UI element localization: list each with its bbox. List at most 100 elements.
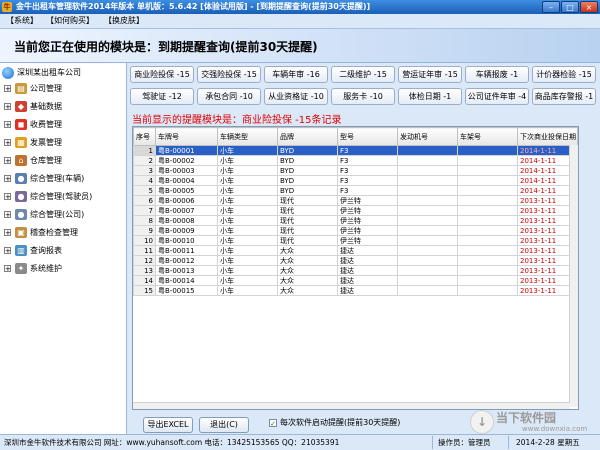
column-header[interactable]: 品牌: [277, 127, 338, 146]
main-panel: 商业险投保 -15 交强险投保 -15 车辆年审 -16 二级维护 -15 营运…: [127, 63, 600, 434]
table-cell: [457, 245, 518, 256]
table-cell: 7: [133, 205, 156, 216]
menu-change-skin[interactable]: 【换皮肤】: [104, 16, 144, 26]
status-separator: [508, 436, 509, 449]
reminder-stock-alarm-button[interactable]: 商品库存警报 -1: [532, 88, 596, 105]
expand-icon[interactable]: +: [4, 247, 11, 255]
expand-icon[interactable]: +: [4, 211, 11, 219]
reminder-driver-license-button[interactable]: 驾驶证 -12: [130, 88, 194, 105]
column-header[interactable]: 车牌号: [155, 127, 218, 146]
expand-icon[interactable]: +: [4, 121, 11, 129]
table-cell: 11: [133, 245, 156, 256]
reminder-medical-exam-button[interactable]: 体检日期 -1: [398, 88, 462, 105]
reminder-info-text: 当前显示的提醒模块是：商业险投保 -15条记录: [132, 115, 342, 126]
table-row[interactable]: 4 粤B-00004 小车 BYD F3 2014-1-11: [133, 175, 578, 186]
table-cell: 现代: [277, 215, 338, 226]
table-row[interactable]: 15 粤B-00015 小车 大众 捷达 2013-1-11: [133, 285, 578, 296]
table-row[interactable]: 7 粤B-00007 小车 现代 伊兰特 2013-1-11: [133, 205, 578, 216]
table-row[interactable]: 9 粤B-00009 小车 现代 伊兰特 2013-1-11: [133, 225, 578, 236]
table-cell: 小车: [217, 245, 278, 256]
startup-reminder-checkbox[interactable]: ✓: [269, 418, 277, 428]
expand-icon[interactable]: +: [4, 193, 11, 201]
expand-icon[interactable]: +: [4, 229, 11, 237]
table-row[interactable]: 5 粤B-00005 小车 BYD F3 2014-1-11: [133, 185, 578, 196]
column-header[interactable]: 下次商业投保日期: [517, 127, 578, 146]
table-cell: 15: [133, 285, 156, 296]
startup-reminder-option[interactable]: ✓ 每次软件启动提醒(提前30天提醒): [269, 417, 400, 429]
minimize-button[interactable]: –: [542, 1, 560, 13]
sidebar-item-basic-data[interactable]: + ◆ 基础数据: [4, 100, 62, 114]
watermark-logo-icon: ↓: [470, 410, 494, 434]
sidebar-item-system-maintenance[interactable]: + ✦ 系统维护: [4, 262, 62, 276]
maximize-button[interactable]: □: [561, 1, 579, 13]
sidebar-item-inspection[interactable]: + ▣ 稽查检查管理: [4, 226, 78, 240]
table-cell: 捷达: [337, 275, 398, 286]
reminder-commercial-insurance-button[interactable]: 商业险投保 -15: [130, 66, 194, 83]
menu-system[interactable]: 【系统】: [6, 16, 38, 26]
table-row[interactable]: 8 粤B-00008 小车 现代 伊兰特 2013-1-11: [133, 215, 578, 226]
table-row[interactable]: 2 粤B-00002 小车 BYD F3 2014-1-11: [133, 155, 578, 166]
column-header[interactable]: 型号: [337, 127, 398, 146]
menu-bar: 【系统】 【如何购买】 【换皮肤】: [0, 14, 600, 29]
current-module-label: 当前您正在使用的模块是：到期提醒查询(提前30天提醒): [14, 40, 318, 54]
table-cell: F3: [337, 175, 398, 186]
expand-icon[interactable]: +: [4, 85, 11, 93]
table-cell: 2: [133, 155, 156, 166]
sidebar-item-company-management[interactable]: + ▤ 公司管理: [4, 82, 62, 96]
table-cell: 捷达: [337, 245, 398, 256]
reminder-contract-button[interactable]: 承包合同 -10: [197, 88, 261, 105]
reminder-compulsory-insurance-button[interactable]: 交强险投保 -15: [197, 66, 261, 83]
close-button[interactable]: ×: [580, 1, 598, 13]
table-row[interactable]: 11 粤B-00011 小车 大众 捷达 2013-1-11: [133, 245, 578, 256]
tree-root[interactable]: 深圳某出租车公司: [2, 66, 81, 80]
sidebar-item-company-general[interactable]: + ● 综合管理(公司): [4, 208, 84, 222]
module-banner: 当前您正在使用的模块是：到期提醒查询(提前30天提醒): [0, 29, 600, 63]
table-row[interactable]: 1 粤B-00001 小车 BYD F3 2014-1-11: [133, 145, 578, 156]
status-bar: 深圳市金牛软件技术有限公司 网址：www.yuhansoft.com 电话：13…: [0, 434, 600, 450]
reminder-secondary-maintenance-button[interactable]: 二级维护 -15: [331, 66, 395, 83]
reminder-data-grid[interactable]: 序号 车牌号 车辆类型 品牌 型号 发动机号 车架号 下次商业投保日期 1 粤B-…: [132, 126, 579, 410]
table-cell: [397, 285, 458, 296]
driver-icon: ●: [15, 191, 27, 202]
table-row[interactable]: 12 粤B-00012 小车 大众 捷达 2013-1-11: [133, 255, 578, 266]
expand-icon[interactable]: +: [4, 103, 11, 111]
reminder-company-certificate-button[interactable]: 公司证件年审 -4: [465, 88, 529, 105]
table-cell: [457, 265, 518, 276]
column-header[interactable]: 序号: [133, 127, 156, 146]
sidebar-item-driver-management[interactable]: + ● 综合管理(驾驶员): [4, 190, 92, 204]
column-header[interactable]: 车架号: [457, 127, 518, 146]
column-header[interactable]: 车辆类型: [217, 127, 278, 146]
table-row[interactable]: 13 粤B-00013 小车 大众 捷达 2013-1-11: [133, 265, 578, 276]
reminder-vehicle-scrap-button[interactable]: 车辆报废 -1: [465, 66, 529, 83]
expand-icon[interactable]: +: [4, 139, 11, 147]
column-header[interactable]: 发动机号: [397, 127, 458, 146]
table-row[interactable]: 10 粤B-00010 小车 现代 伊兰特 2013-1-11: [133, 235, 578, 246]
vertical-scrollbar[interactable]: [569, 145, 578, 407]
warehouse-icon: ⌂: [15, 155, 27, 166]
sidebar-item-label: 查询报表: [30, 246, 62, 255]
reminder-service-card-button[interactable]: 服务卡 -10: [331, 88, 395, 105]
sidebar-item-fee-management[interactable]: + ◼ 收费管理: [4, 118, 62, 132]
reminder-meter-inspection-button[interactable]: 计价器检验 -15: [532, 66, 596, 83]
table-cell: 10: [133, 235, 156, 246]
menu-how-to-buy[interactable]: 【如何购买】: [46, 16, 94, 26]
reminder-operating-license-button[interactable]: 营运证年审 -15: [398, 66, 462, 83]
export-excel-button[interactable]: 导出EXCEL: [143, 417, 193, 433]
table-cell: [397, 165, 458, 176]
table-cell: 小车: [217, 265, 278, 276]
table-row[interactable]: 6 粤B-00006 小车 现代 伊兰特 2013-1-11: [133, 195, 578, 206]
table-row[interactable]: 3 粤B-00003 小车 BYD F3 2014-1-11: [133, 165, 578, 176]
table-cell: 8: [133, 215, 156, 226]
reminder-annual-inspection-button[interactable]: 车辆年审 -16: [264, 66, 328, 83]
sidebar-item-warehouse-management[interactable]: + ⌂ 仓库管理: [4, 154, 62, 168]
expand-icon[interactable]: +: [4, 265, 11, 273]
table-row[interactable]: 14 粤B-00014 小车 大众 捷达 2013-1-11: [133, 275, 578, 286]
car-icon: ◼: [15, 119, 27, 130]
reminder-qualification-button[interactable]: 从业资格证 -10: [264, 88, 328, 105]
expand-icon[interactable]: +: [4, 157, 11, 165]
sidebar-item-reports[interactable]: + ▥ 查询报表: [4, 244, 62, 258]
exit-button[interactable]: 退出(C): [199, 417, 249, 433]
expand-icon[interactable]: +: [4, 175, 11, 183]
sidebar-item-vehicle-management[interactable]: + ● 综合管理(车辆): [4, 172, 84, 186]
sidebar-item-invoice-management[interactable]: + ▦ 发票管理: [4, 136, 62, 150]
